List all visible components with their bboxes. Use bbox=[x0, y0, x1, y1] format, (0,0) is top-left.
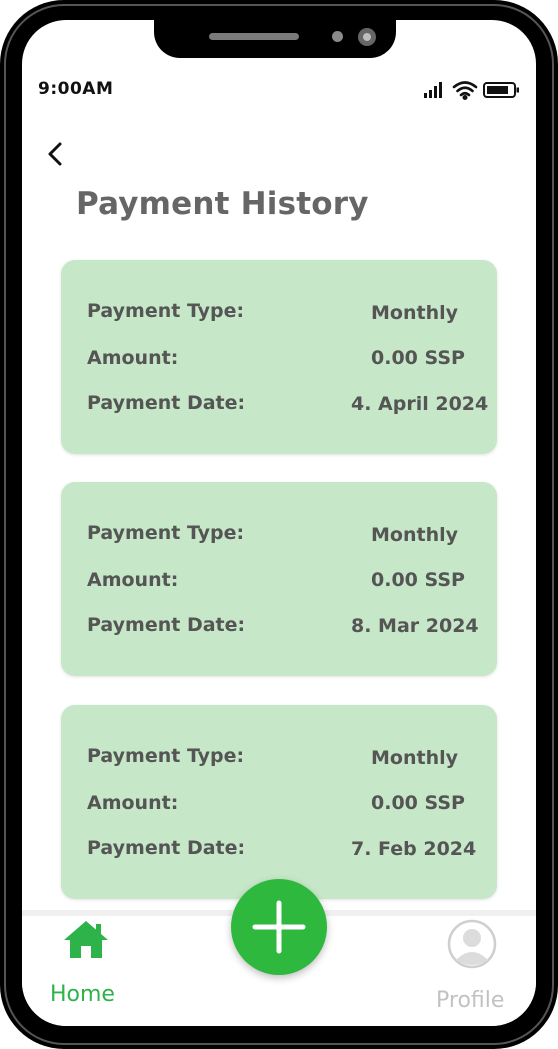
nav-home[interactable] bbox=[62, 918, 110, 960]
payment-date-label: Payment Date: bbox=[87, 392, 246, 414]
signal-icon bbox=[424, 82, 442, 98]
sensor-dot bbox=[332, 31, 343, 42]
phone-frame: 9:00AM Payment History Payment Type: Mon… bbox=[0, 0, 558, 1049]
chevron-left-icon bbox=[48, 142, 62, 166]
payment-type-label: Payment Type: bbox=[87, 745, 245, 767]
front-camera bbox=[358, 28, 376, 46]
status-icons bbox=[422, 80, 522, 100]
amount-label: Amount: bbox=[87, 347, 179, 369]
payment-date-value: 4. April 2024 bbox=[351, 393, 489, 415]
payment-card[interactable]: Payment Type: Monthly Amount: 0.00 SSP P… bbox=[61, 705, 497, 899]
back-button[interactable] bbox=[44, 138, 74, 172]
amount-label: Amount: bbox=[87, 569, 179, 591]
payment-type-value: Monthly bbox=[371, 302, 458, 324]
wifi-icon bbox=[452, 81, 478, 100]
payment-type-value: Monthly bbox=[371, 747, 458, 769]
nav-profile[interactable] bbox=[446, 918, 498, 970]
nav-profile-label[interactable]: Profile bbox=[436, 988, 504, 1013]
payment-date-label: Payment Date: bbox=[87, 837, 246, 859]
amount-label: Amount: bbox=[87, 792, 179, 814]
app-screen: 9:00AM Payment History Payment Type: Mon… bbox=[22, 20, 536, 1026]
payment-card[interactable]: Payment Type: Monthly Amount: 0.00 SSP P… bbox=[61, 260, 497, 454]
payment-date-label: Payment Date: bbox=[87, 614, 246, 636]
home-icon bbox=[64, 921, 108, 958]
add-payment-button[interactable] bbox=[231, 879, 327, 975]
user-avatar-icon bbox=[447, 919, 497, 969]
speaker-grille bbox=[209, 33, 299, 40]
payment-type-label: Payment Type: bbox=[87, 300, 245, 322]
status-time: 9:00AM bbox=[38, 79, 114, 99]
page-title: Payment History bbox=[76, 186, 369, 222]
payment-date-value: 7. Feb 2024 bbox=[351, 838, 477, 860]
battery-icon bbox=[483, 82, 519, 98]
nav-home-label[interactable]: Home bbox=[50, 982, 115, 1007]
payment-card[interactable]: Payment Type: Monthly Amount: 0.00 SSP P… bbox=[61, 482, 497, 676]
amount-value: 0.00 SSP bbox=[371, 569, 465, 591]
payment-type-label: Payment Type: bbox=[87, 522, 245, 544]
plus-icon bbox=[252, 900, 306, 954]
payment-type-value: Monthly bbox=[371, 524, 458, 546]
phone-notch bbox=[154, 20, 396, 58]
amount-value: 0.00 SSP bbox=[371, 347, 465, 369]
amount-value: 0.00 SSP bbox=[371, 792, 465, 814]
payment-date-value: 8. Mar 2024 bbox=[351, 615, 479, 637]
